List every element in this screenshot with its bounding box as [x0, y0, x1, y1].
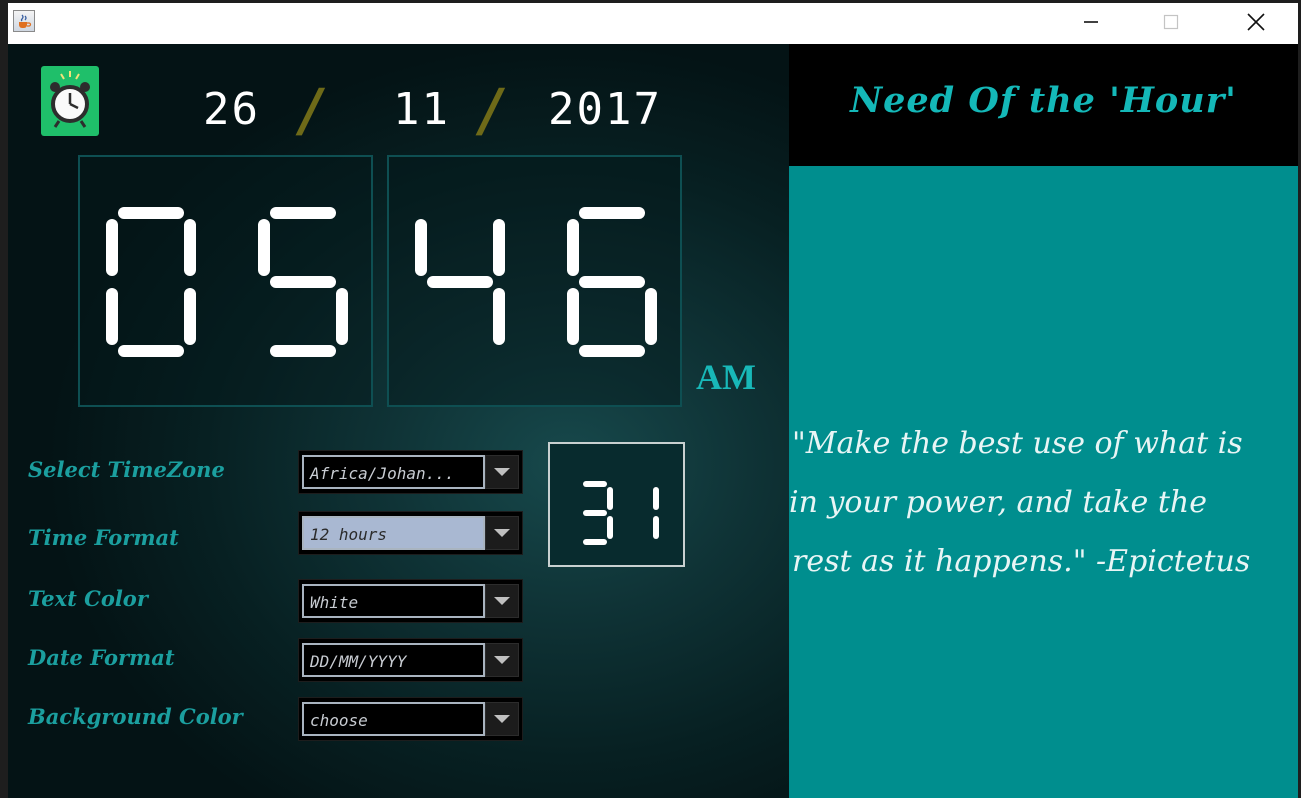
digit-segment [645, 288, 657, 345]
ampm-indicator: AM [696, 357, 756, 397]
java-cup-icon[interactable] [13, 10, 35, 32]
quote-text: "Make the best use of what is in your po… [789, 414, 1298, 591]
date-month: 11 [393, 84, 450, 135]
maximize-button[interactable] [1148, 3, 1194, 41]
date-year: 2017 [548, 84, 662, 135]
digit-segment [118, 207, 184, 219]
seven-segment-digit [415, 219, 505, 345]
quote-title: Need Of the 'Hour' [850, 80, 1237, 121]
date-format-select[interactable]: DD/MM/YYYY [298, 638, 523, 682]
quote-panel: Need Of the 'Hour' "Make the best use of… [789, 44, 1298, 798]
background-color-value: choose [310, 711, 368, 730]
minutes-digits [415, 207, 657, 357]
clock-window: 26 / 11 / 2017 AM Select TimeZone Africa… [0, 0, 1301, 798]
chevron-down-icon[interactable] [485, 702, 519, 736]
digit-segment [567, 219, 579, 276]
digit-segment [106, 288, 118, 345]
digit-segment [184, 288, 196, 345]
quote-line: rest as it happens." -Epictetus [792, 544, 1251, 579]
time-format-label: Time Format [28, 525, 179, 550]
digit-segment [415, 219, 427, 276]
title-bar [8, 3, 1298, 44]
seven-segment-digit [258, 207, 348, 357]
time-format-select[interactable]: 12 hours [298, 511, 523, 555]
chevron-down-icon[interactable] [485, 584, 519, 618]
digit-segment [493, 219, 505, 276]
alarm-clock-icon[interactable] [41, 66, 99, 136]
digit-segment [270, 276, 336, 288]
digit-segment [336, 288, 348, 345]
seven-segment-digit [653, 487, 659, 539]
date-separator: / [294, 76, 328, 144]
digit-segment [270, 207, 336, 219]
date-format-value: DD/MM/YYYY [310, 652, 407, 671]
minimize-icon [1084, 21, 1098, 23]
close-icon [1247, 13, 1265, 31]
digit-segment [118, 345, 184, 357]
maximize-icon [1163, 14, 1179, 30]
digit-segment [579, 345, 645, 357]
digit-segment [583, 481, 607, 487]
digit-segment [270, 345, 336, 357]
minutes-display [387, 155, 682, 407]
digit-segment [607, 487, 613, 510]
minimize-button[interactable] [1068, 3, 1114, 41]
digit-segment [567, 288, 579, 345]
timezone-value: Africa/Johan... [310, 464, 455, 483]
date-separator: / [474, 76, 508, 144]
hours-digits [106, 207, 348, 357]
timezone-select[interactable]: Africa/Johan... [298, 450, 523, 494]
quote-line: "Make the best use of what is [792, 426, 1243, 461]
timezone-label: Select TimeZone [28, 457, 225, 482]
digit-segment [579, 207, 645, 219]
quote-header: Need Of the 'Hour' [789, 44, 1298, 166]
seven-segment-digit [106, 207, 196, 357]
digit-segment [184, 219, 196, 276]
date-day: 26 [203, 84, 260, 135]
seconds-display [548, 442, 685, 567]
digit-segment [427, 276, 493, 288]
background-color-label: Background Color [28, 704, 243, 729]
chevron-down-icon[interactable] [485, 643, 519, 677]
background-color-select[interactable]: choose [298, 697, 523, 741]
text-color-value: White [310, 593, 359, 612]
digit-segment [258, 219, 270, 276]
quote-line: in your power, and take the [789, 485, 1207, 520]
chevron-down-icon[interactable] [485, 455, 519, 489]
text-color-label: Text Color [28, 586, 148, 611]
clock-panel: 26 / 11 / 2017 AM Select TimeZone Africa… [8, 44, 789, 798]
text-color-select[interactable]: White [298, 579, 523, 623]
hours-display [78, 155, 373, 407]
digit-segment [583, 510, 607, 516]
close-button[interactable] [1233, 3, 1279, 41]
seconds-digits [583, 481, 659, 545]
digit-segment [106, 219, 118, 276]
digit-segment [653, 516, 659, 539]
chevron-down-icon[interactable] [485, 516, 519, 550]
date-format-label: Date Format [28, 645, 175, 670]
digit-segment [493, 288, 505, 345]
digit-segment [579, 276, 645, 288]
digit-segment [583, 539, 607, 545]
seven-segment-digit [583, 481, 613, 545]
digit-segment [653, 487, 659, 510]
digit-segment [607, 516, 613, 539]
time-format-value: 12 hours [310, 525, 388, 544]
seven-segment-digit [567, 207, 657, 357]
